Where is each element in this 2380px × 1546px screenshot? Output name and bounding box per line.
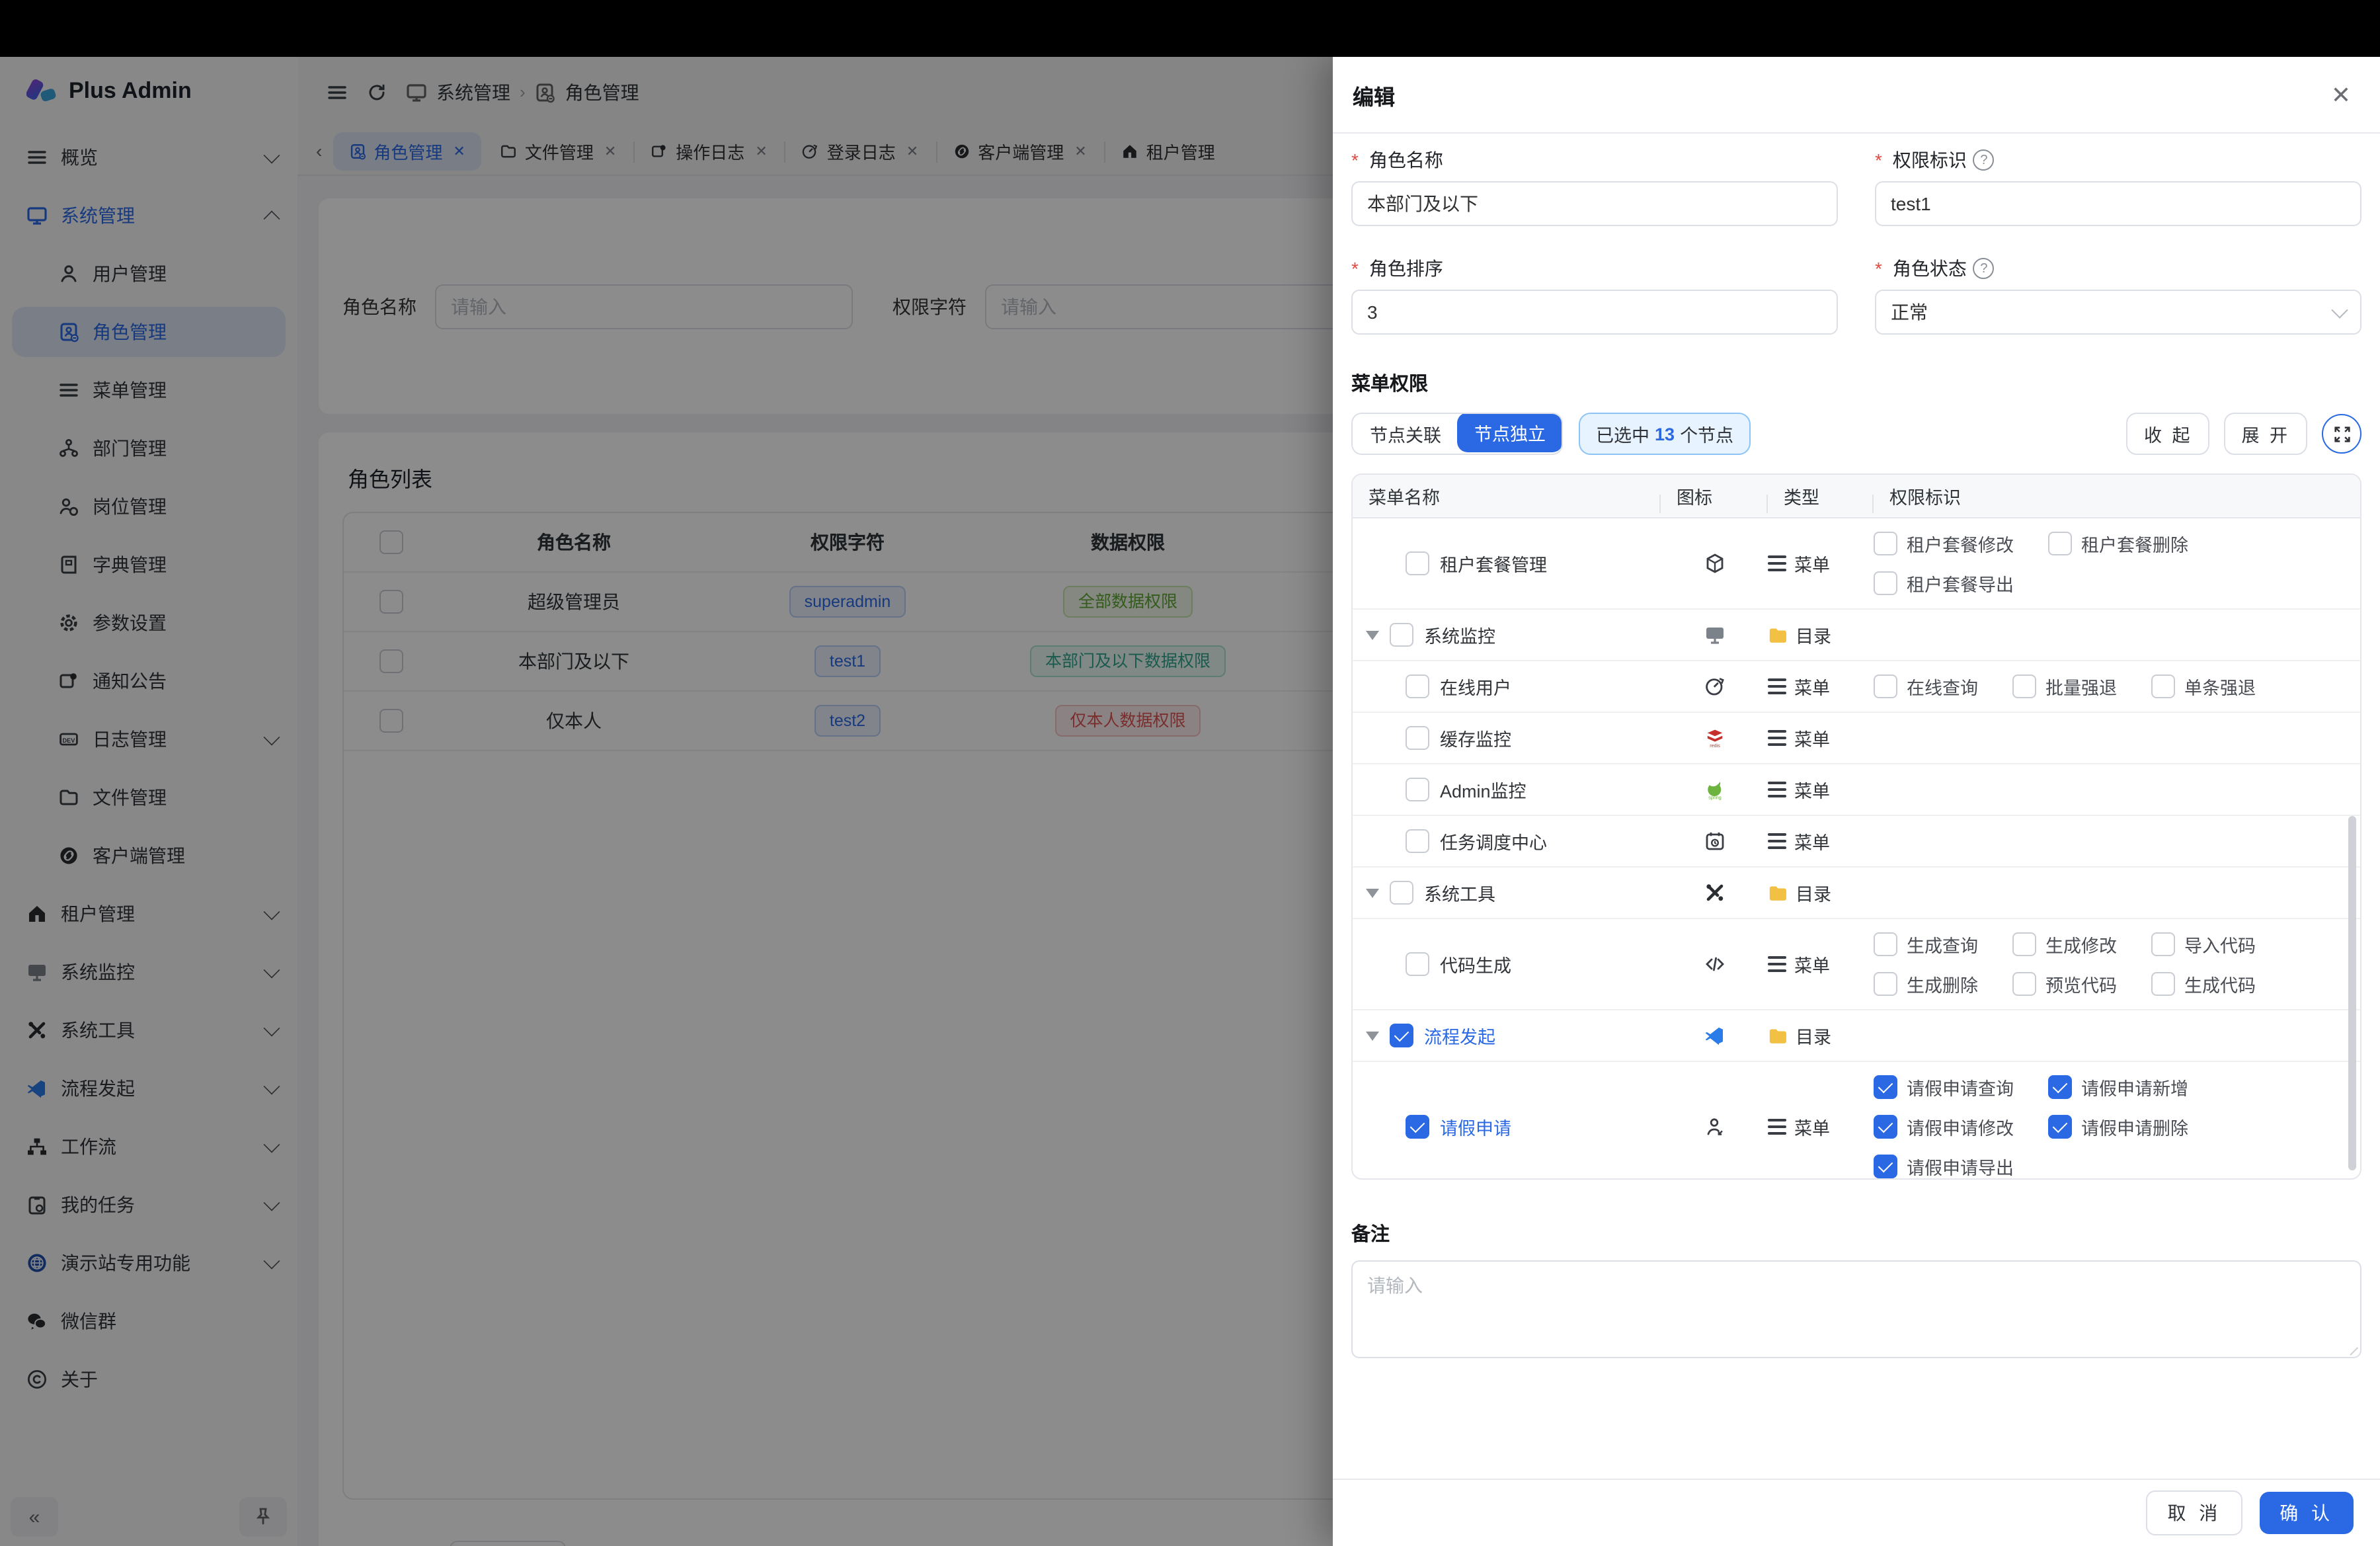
menu-type-icon [1768,555,1786,572]
tree-row[interactable]: 租户套餐管理 菜单 租户套餐修改 租户套餐删除 租户套餐导出 [1353,518,2360,610]
node-checkbox[interactable] [1390,881,1413,905]
box-icon [1704,553,1725,574]
node-checkbox[interactable] [1406,674,1429,698]
gauge-icon [1704,676,1725,697]
perm-key-field[interactable]: test1 [1875,181,2361,226]
tree-header-row: 菜单名称 图标 类型 权限标识 [1353,475,2360,518]
menu-type-icon [1768,1118,1786,1135]
menu-permission-tree: 菜单名称 图标 类型 权限标识 租户套餐管理 菜单 租户套餐修改 租户套餐删除 … [1351,473,2361,1180]
tree-row[interactable]: 请假申请 菜单 请假申请查询 请假申请新增 请假申请修改 请假申请删除 请假申请… [1353,1062,2360,1180]
menu-perm-controls: 节点关联 节点独立 已选中 13 个节点 收 起 展 开 [1351,413,2361,455]
screen: DEV redis spring [0,0,2380,1546]
node-mode-segmented: 节点关联 节点独立 [1351,413,1563,455]
perm-checkbox-item[interactable]: 导入代码 [2151,931,2256,957]
menu-perm-section-label: 菜单权限 [1351,369,2361,397]
node-checkbox[interactable] [1406,829,1429,853]
remark-textarea[interactable]: 请输入 [1351,1260,2361,1358]
collapse-all-button[interactable]: 收 起 [2127,413,2210,455]
perm-checkbox-item[interactable]: 生成修改 [2012,931,2117,957]
drawer-mask[interactable] [0,57,1333,1546]
expand-all-button[interactable]: 展 开 [2224,413,2307,455]
help-icon[interactable]: ? [1973,258,1995,279]
node-checkbox[interactable] [1390,1024,1413,1047]
role-name-label: 角色名称 [1351,147,1838,173]
tree-row[interactable]: 代码生成 菜单 生成查询 生成修改 导入代码 生成删除 预览代码 生成代码 [1353,919,2360,1010]
expand-arrow-icon[interactable] [1366,888,1379,897]
menu-type-icon [1768,781,1786,798]
spring-icon [1704,779,1725,800]
role-status-select[interactable]: 正常 [1875,290,2361,335]
tree-row[interactable]: 系统工具 目录 [1353,868,2360,919]
scrollbar-thumb[interactable] [2348,816,2356,1170]
tree-row[interactable]: 在线用户 菜单 在线查询 批量强退 单条强退 [1353,661,2360,713]
drawer-footer: 取 消 确 认 [1333,1479,2380,1546]
perm-checkbox-item[interactable]: 在线查询 [1874,673,1978,700]
fullscreen-icon [2332,424,2352,444]
perm-checkbox-item[interactable]: 生成查询 [1874,931,1978,957]
folder-icon [1768,883,1788,903]
menu-type-icon [1768,678,1786,695]
monitor-fill-icon [1704,624,1725,645]
node-linked-button[interactable]: 节点关联 [1353,414,1458,454]
close-icon[interactable]: ✕ [2331,83,2351,106]
drawer-body: 角色名称 本部门及以下 权限标识? test1 角色排序 3 角色状态? 正常 [1333,134,2380,1358]
node-independent-button[interactable]: 节点独立 [1457,413,1563,452]
confirm-button[interactable]: 确 认 [2260,1492,2354,1534]
perm-checkbox-item[interactable]: 租户套餐导出 [1874,570,2014,596]
code-icon [1704,954,1725,975]
role-sort-field[interactable]: 3 [1351,290,1838,335]
node-checkbox[interactable] [1406,551,1429,575]
expand-arrow-icon[interactable] [1366,630,1379,639]
tree-row[interactable]: 系统监控 目录 [1353,610,2360,661]
redis-icon [1704,727,1725,749]
perm-checkbox-item[interactable]: 请假申请修改 [1874,1114,2014,1140]
perm-checkbox-item[interactable]: 租户套餐修改 [1874,530,2014,557]
folder-icon [1768,625,1788,645]
expand-arrow-icon[interactable] [1366,1031,1379,1040]
role-status-label: 角色状态? [1875,255,2361,282]
tree-row[interactable]: Admin监控 菜单 [1353,764,2360,816]
perm-checkbox-item[interactable]: 请假申请删除 [2048,1114,2188,1140]
tree-row[interactable]: 任务调度中心 菜单 [1353,816,2360,868]
user-leave-icon [1704,1116,1725,1137]
role-name-field[interactable]: 本部门及以下 [1351,181,1838,226]
node-checkbox[interactable] [1406,726,1429,750]
selected-count: 13 [1655,424,1675,444]
perm-checkbox-item[interactable]: 请假申请导出 [1874,1153,2014,1180]
caret-down-icon [2331,302,2348,318]
tree-row[interactable]: 流程发起 目录 [1353,1010,2360,1062]
selected-count-tag: 已选中 13 个节点 [1579,413,1751,455]
drawer-header: 编辑 ✕ [1333,57,2380,134]
perm-checkbox-item[interactable]: 生成代码 [2151,971,2256,997]
menu-type-icon [1768,729,1786,747]
perm-checkbox-item[interactable]: 单条强退 [2151,673,2256,700]
fullscreen-button[interactable] [2322,414,2361,454]
perm-key-label: 权限标识? [1875,147,2361,173]
folder-icon [1768,1026,1788,1045]
node-checkbox[interactable] [1406,1115,1429,1139]
perm-checkbox-item[interactable]: 批量强退 [2012,673,2117,700]
cancel-button[interactable]: 取 消 [2146,1490,2242,1535]
remark-label: 备注 [1351,1219,2361,1247]
help-icon[interactable]: ? [1973,149,1995,171]
edit-drawer: 编辑 ✕ 角色名称 本部门及以下 权限标识? test1 角色排序 3 [1333,57,2380,1546]
node-checkbox[interactable] [1406,952,1429,976]
perm-checkbox-item[interactable]: 请假申请新增 [2048,1074,2188,1100]
perm-checkbox-item[interactable]: 预览代码 [2012,971,2117,997]
perm-checkbox-item[interactable]: 生成删除 [1874,971,1978,997]
top-black-bar [0,0,2380,57]
tools-icon [1704,882,1725,903]
schedule-icon [1704,831,1725,852]
node-checkbox[interactable] [1406,778,1429,801]
vscode-icon [1704,1025,1725,1046]
menu-type-icon [1768,833,1786,850]
tree-row[interactable]: 缓存监控 菜单 [1353,713,2360,764]
role-sort-label: 角色排序 [1351,255,1838,282]
menu-type-icon [1768,956,1786,973]
drawer-title: 编辑 [1353,79,1395,110]
perm-checkbox-item[interactable]: 租户套餐删除 [2048,530,2188,557]
perm-checkbox-item[interactable]: 请假申请查询 [1874,1074,2014,1100]
node-checkbox[interactable] [1390,623,1413,647]
